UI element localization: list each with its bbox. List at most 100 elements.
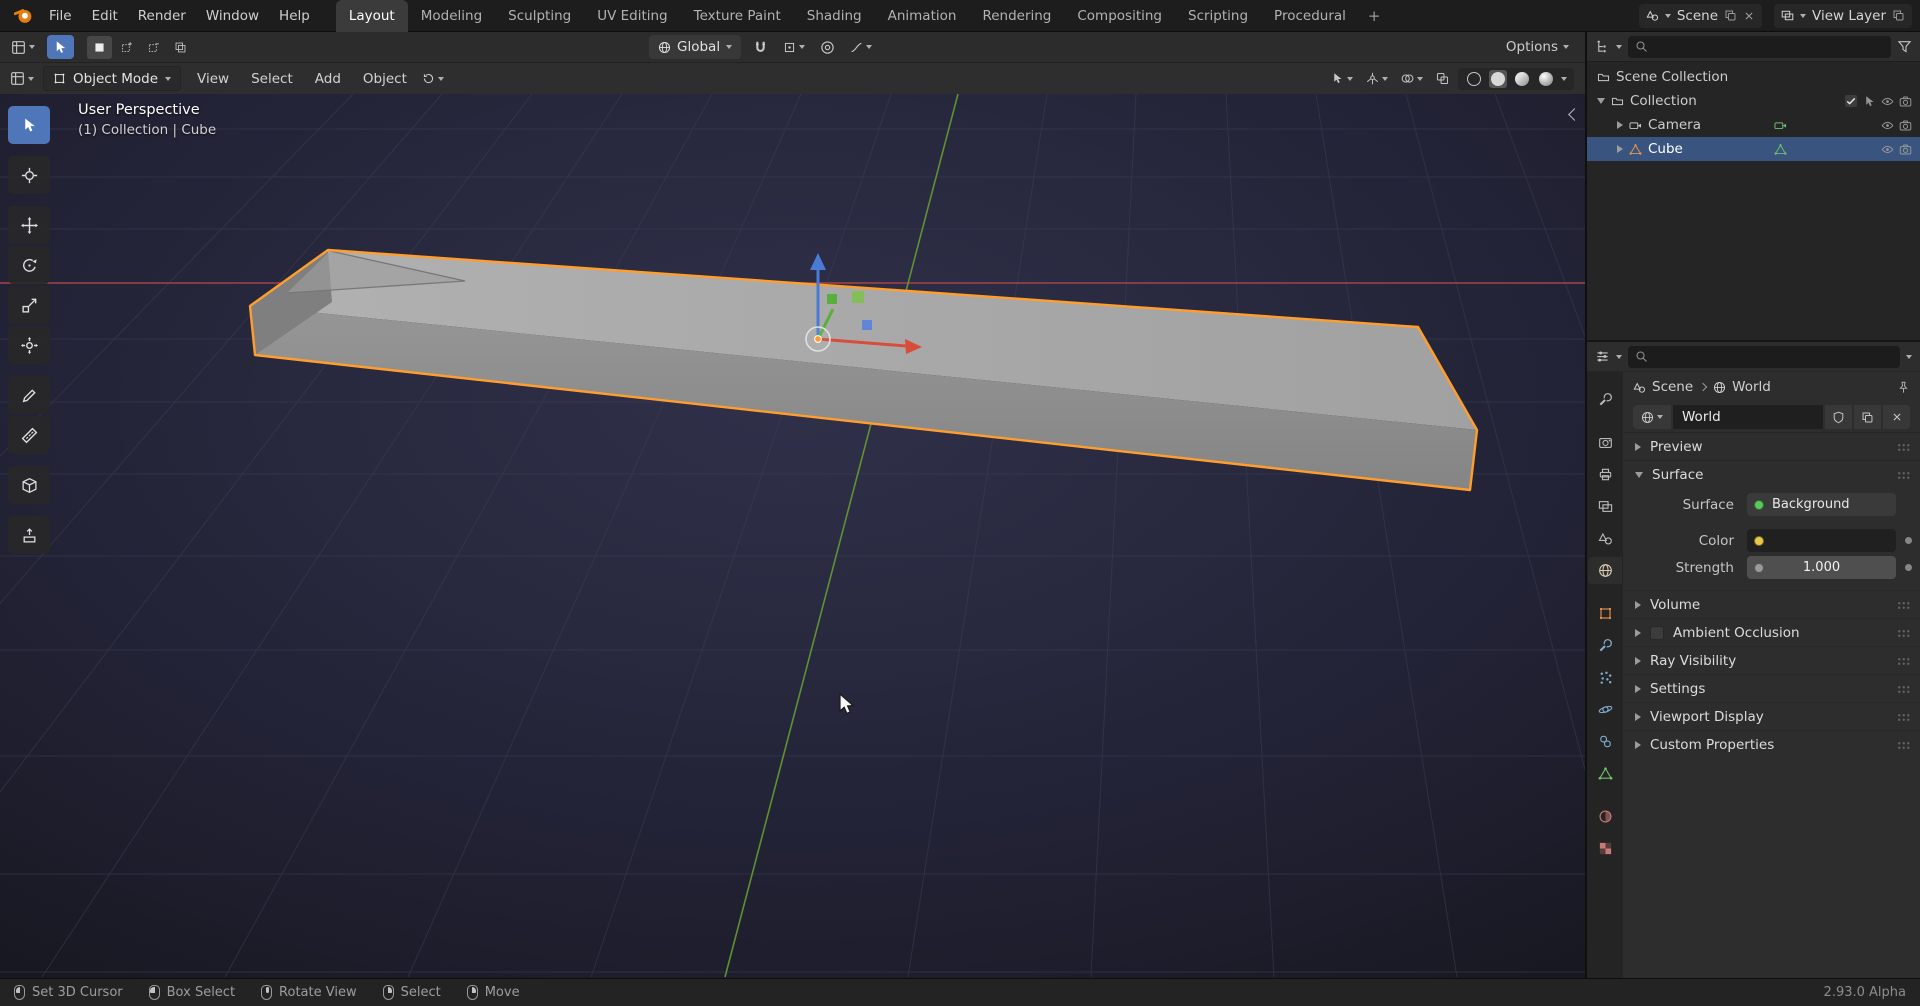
tab-object[interactable] (1588, 600, 1622, 627)
transform-orientation-dropdown[interactable]: Global (649, 35, 742, 59)
tab-texture-paint[interactable]: Texture Paint (681, 0, 794, 32)
strength-slider[interactable]: 1.000 (1747, 556, 1896, 579)
new-view-layer-icon[interactable] (1892, 9, 1905, 22)
gizmo-plane-handle-blue[interactable] (862, 320, 872, 330)
viewport-editor-type-dropdown[interactable] (7, 69, 37, 88)
shading-solid[interactable] (1489, 69, 1507, 88)
editor-type-dropdown[interactable] (8, 38, 38, 57)
tab-layout[interactable]: Layout (335, 0, 408, 32)
new-world-button[interactable] (1854, 405, 1881, 429)
scene-selector[interactable]: Scene (1638, 3, 1763, 28)
gizmo-plane-handle-green[interactable] (852, 291, 864, 303)
add-workspace-button[interactable]: + (1359, 0, 1390, 32)
proportional-edit-toggle[interactable] (817, 38, 838, 57)
tab-particles[interactable] (1588, 664, 1622, 691)
fake-user-button[interactable] (1825, 405, 1852, 429)
tool-transform[interactable] (8, 326, 50, 364)
drag-dots-icon[interactable] (1897, 713, 1911, 721)
shading-material-preview[interactable] (1513, 70, 1531, 88)
panel-ambient-occlusion-header[interactable]: Ambient Occlusion (1623, 619, 1920, 646)
panel-volume-header[interactable]: Volume (1623, 591, 1920, 618)
select-mode-new[interactable] (87, 35, 112, 59)
show-overlays-toggle[interactable] (1397, 70, 1427, 87)
tool-rotate[interactable] (8, 246, 50, 284)
select-mode-intersect[interactable] (168, 36, 193, 59)
ambient-occlusion-checkbox[interactable] (1650, 625, 1664, 640)
tool-scale[interactable] (8, 286, 50, 324)
shading-wireframe[interactable] (1465, 70, 1483, 88)
tab-scene[interactable] (1588, 525, 1622, 552)
outliner-row-camera[interactable]: Camera (1587, 113, 1920, 137)
panel-custom-properties-header[interactable]: Custom Properties (1623, 731, 1920, 758)
tab-modeling[interactable]: Modeling (408, 0, 495, 32)
disable-render-camera-icon[interactable] (1899, 119, 1912, 132)
menu-help[interactable]: Help (269, 0, 320, 31)
properties-editor-icon[interactable] (1595, 349, 1610, 364)
tab-render[interactable] (1588, 429, 1622, 456)
tab-view-layer[interactable] (1588, 493, 1622, 520)
panel-viewport-display-header[interactable]: Viewport Display (1623, 703, 1920, 730)
tab-modifiers[interactable] (1588, 632, 1622, 659)
drag-dots-icon[interactable] (1897, 741, 1911, 749)
proportional-falloff-dropdown[interactable] (847, 39, 875, 56)
menu-select[interactable]: Select (241, 63, 303, 94)
surface-shader-dropdown[interactable]: Background (1747, 493, 1896, 516)
animate-dot-icon[interactable] (1905, 564, 1912, 571)
browse-world-button[interactable] (1633, 405, 1671, 429)
snap-toggle[interactable] (750, 38, 771, 57)
menu-render[interactable]: Render (128, 0, 196, 31)
drag-dots-icon[interactable] (1897, 601, 1911, 609)
options-dropdown[interactable]: Options (1506, 39, 1577, 55)
disable-render-camera-icon[interactable] (1899, 95, 1912, 108)
properties-search[interactable] (1628, 345, 1900, 368)
select-mode-extend[interactable] (114, 36, 139, 59)
tool-move[interactable] (8, 206, 50, 244)
exclude-checkbox[interactable] (1844, 94, 1858, 108)
menu-add[interactable]: Add (305, 63, 351, 94)
filter-funnel-icon[interactable] (1897, 39, 1912, 54)
tab-constraints[interactable] (1588, 728, 1622, 755)
world-name-field[interactable]: World (1673, 405, 1823, 429)
tab-scripting[interactable]: Scripting (1175, 0, 1261, 32)
new-scene-icon[interactable] (1724, 9, 1737, 22)
hide-eye-icon[interactable] (1881, 119, 1894, 132)
tab-compositing[interactable]: Compositing (1064, 0, 1175, 32)
tab-physics[interactable] (1588, 696, 1622, 723)
menu-object[interactable]: Object (353, 63, 417, 94)
tab-output[interactable] (1588, 461, 1622, 488)
panel-surface-header[interactable]: Surface (1623, 461, 1920, 488)
snap-target-dropdown[interactable] (780, 39, 808, 56)
tool-cursor[interactable] (8, 156, 50, 194)
tab-animation[interactable]: Animation (875, 0, 970, 32)
tool-annotate[interactable] (8, 376, 50, 414)
toggle-xray[interactable] (1432, 70, 1453, 87)
tab-object-data[interactable] (1588, 760, 1622, 787)
tool-measure[interactable] (8, 416, 50, 454)
tab-tool[interactable] (1588, 386, 1622, 413)
active-tool-tweak-button[interactable] (47, 35, 74, 59)
drag-dots-icon[interactable] (1897, 629, 1911, 637)
unlink-world-button[interactable] (1883, 405, 1910, 429)
tab-world[interactable] (1588, 557, 1622, 584)
tab-uv-editing[interactable]: UV Editing (584, 0, 680, 32)
outliner-row-scene-collection[interactable]: Scene Collection (1587, 65, 1920, 89)
disable-render-camera-icon[interactable] (1899, 143, 1912, 156)
outliner-editor-icon[interactable] (1595, 39, 1610, 54)
breadcrumb-scene[interactable]: Scene (1633, 379, 1693, 395)
tab-shading[interactable]: Shading (794, 0, 875, 32)
viewport-3d[interactable]: User Perspective (1) Collection | Cube (0, 94, 1585, 978)
drag-dots-icon[interactable] (1897, 443, 1911, 451)
object-visibility-dropdown[interactable] (1327, 70, 1357, 87)
expand-arrow-icon[interactable] (1617, 121, 1623, 129)
tab-material[interactable] (1588, 803, 1622, 830)
tool-extrude[interactable] (8, 516, 50, 554)
expand-arrow-icon[interactable] (1617, 145, 1623, 153)
menu-file[interactable]: File (39, 0, 82, 31)
panel-preview-header[interactable]: Preview (1623, 433, 1920, 460)
blender-logo-icon[interactable] (8, 0, 39, 31)
drag-dots-icon[interactable] (1897, 657, 1911, 665)
pin-id-button[interactable] (1897, 381, 1910, 394)
menu-edit[interactable]: Edit (82, 0, 128, 31)
tab-procedural[interactable]: Procedural (1261, 0, 1359, 32)
hide-eye-icon[interactable] (1881, 95, 1894, 108)
